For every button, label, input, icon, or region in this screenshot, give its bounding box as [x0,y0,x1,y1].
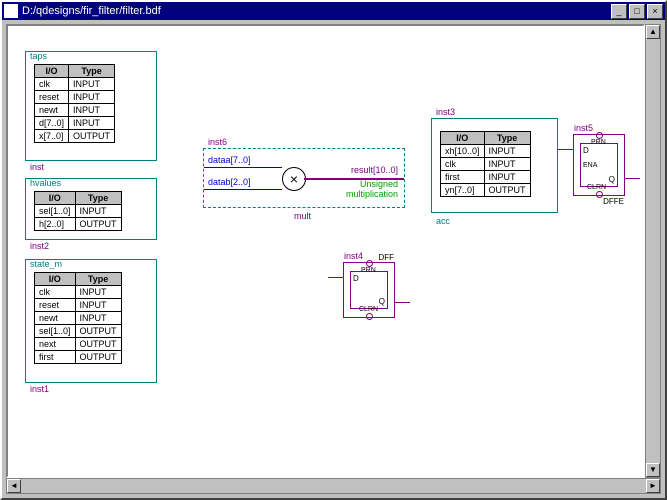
block-dffe[interactable]: inst5 DFFE D Q PRN CLRN ENA [573,134,625,196]
op-type-2: multiplication [346,189,398,199]
instance-name: inst1 [30,384,49,394]
maximize-button[interactable]: □ [629,4,645,19]
block-title: acc [436,216,450,226]
window-title: D:/qdesigns/fir_filter/filter.bdf [22,5,609,17]
io-table: I/OType clkINPUT resetINPUT newtINPUT se… [34,272,122,364]
block-state-m[interactable]: state_m I/OType clkINPUT resetINPUT newt… [25,259,157,383]
io-table: I/OType sel[1..0]INPUT h[2..0]OUTPUT [34,191,122,231]
scroll-down-button[interactable]: ▼ [646,463,660,477]
block-hvalues[interactable]: hvalues I/OType sel[1..0]INPUT h[2..0]OU… [25,178,157,240]
port-result: result[10..0] [351,165,398,175]
port-datab: datab[2..0] [208,177,251,187]
op-type-1: Unsigned [360,179,398,189]
instance-name: inst6 [208,137,227,147]
block-dff[interactable]: inst4 DFF D Q PRN CLRN [343,262,395,318]
close-button[interactable]: × [647,4,663,19]
scroll-up-button[interactable]: ▲ [646,25,660,39]
app-icon [4,4,18,18]
multiplier-icon: × [282,167,306,191]
bubble-icon [596,132,603,139]
ff-type: DFF [378,253,394,262]
instance-name: inst5 [574,123,593,133]
titlebar[interactable]: D:/qdesigns/fir_filter/filter.bdf _ □ × [2,2,665,20]
block-title: state_m [30,259,62,269]
design-canvas[interactable]: taps I/OType clkINPUT resetINPUT newtINP… [6,24,645,478]
instance-name: inst2 [30,241,49,251]
instance-name: inst3 [436,107,455,117]
scroll-left-button[interactable]: ◄ [7,479,21,493]
bubble-icon [596,191,603,198]
block-title: mult [294,211,311,221]
minimize-button[interactable]: _ [611,4,627,19]
instance-name: inst [30,162,44,172]
block-title: hvalues [30,178,61,188]
vertical-scrollbar[interactable]: ▲ ▼ [645,24,661,478]
block-mult[interactable]: mult inst6 dataa[7..0] datab[2..0] × res… [203,148,405,208]
block-taps[interactable]: taps I/OType clkINPUT resetINPUT newtINP… [25,51,157,161]
io-table: I/OType clkINPUT resetINPUT newtINPUT d[… [34,64,115,143]
scroll-right-button[interactable]: ► [646,479,660,493]
bubble-icon [366,260,373,267]
bubble-icon [366,313,373,320]
port-dataa: dataa[7..0] [208,155,251,165]
io-table: I/OType xh[10..0]INPUT clkINPUT firstINP… [440,131,531,197]
block-acc[interactable]: acc I/OType xh[10..0]INPUT clkINPUT firs… [431,118,558,213]
horizontal-scrollbar[interactable]: ◄ ► [6,478,661,494]
block-title: taps [30,51,47,61]
instance-name: inst4 [344,251,363,261]
app-window: D:/qdesigns/fir_filter/filter.bdf _ □ × … [0,0,667,500]
ff-type: DFFE [603,197,624,206]
